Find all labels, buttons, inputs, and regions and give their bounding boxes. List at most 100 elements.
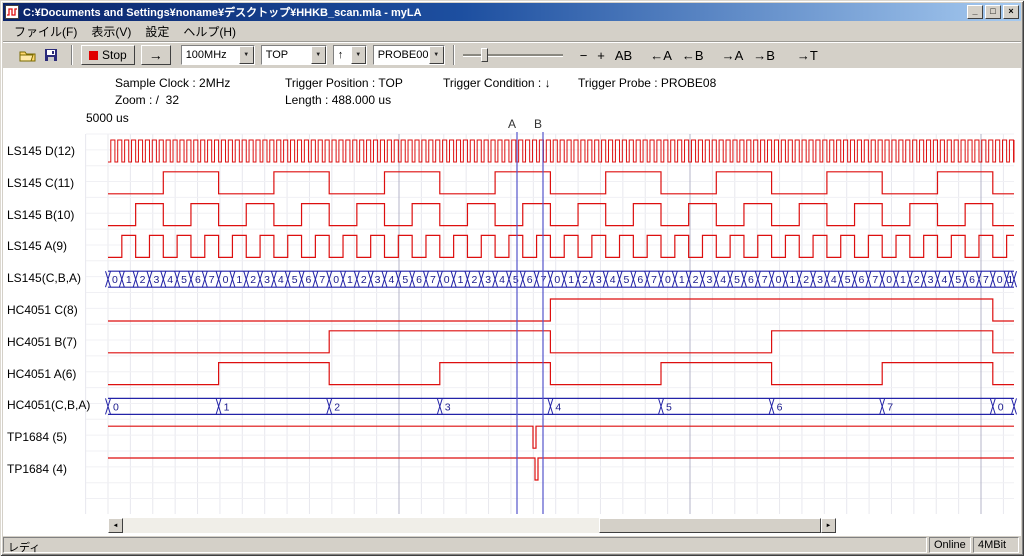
- svg-text:2: 2: [471, 274, 477, 286]
- svg-text:5: 5: [845, 274, 851, 286]
- svg-text:3: 3: [264, 274, 270, 286]
- probe-combo[interactable]: PROBE00 ▼: [373, 45, 445, 65]
- save-button[interactable]: [39, 44, 63, 66]
- folder-open-icon: [19, 49, 36, 62]
- channel-label[interactable]: HC4051 A(6): [7, 367, 76, 381]
- run-arrow-icon: →: [149, 47, 163, 63]
- menu-file[interactable]: ファイル(F): [7, 21, 84, 42]
- toolbar: Stop → 100MHz ▼ TOP ▼ ↑ ▼ PROBE00 ▼ − + …: [3, 41, 1021, 68]
- svg-text:4: 4: [388, 274, 394, 286]
- close-button[interactable]: ×: [1003, 5, 1019, 19]
- status-ready-text: レディ: [3, 537, 927, 553]
- goto-cursor-b-right-button[interactable]: →B: [748, 44, 780, 66]
- svg-text:6: 6: [527, 274, 533, 286]
- trigger-condition-readout: Trigger Condition : ↓: [443, 76, 551, 90]
- stop-button[interactable]: Stop: [81, 45, 135, 65]
- svg-text:0: 0: [776, 274, 782, 286]
- svg-text:4: 4: [555, 401, 561, 413]
- zoom-in-button[interactable]: +: [592, 44, 610, 66]
- clock-combo[interactable]: 100MHz ▼: [181, 45, 255, 65]
- svg-text:3: 3: [485, 274, 491, 286]
- svg-text:0: 0: [998, 401, 1004, 413]
- minimize-button[interactable]: _: [967, 5, 983, 19]
- goto-cursor-a-right-button[interactable]: →A: [717, 44, 749, 66]
- chevron-down-icon[interactable]: ▼: [311, 46, 326, 64]
- svg-text:4: 4: [941, 274, 947, 286]
- svg-text:7: 7: [430, 274, 436, 286]
- horizontal-scrollbar[interactable]: ◄ ►: [108, 518, 836, 533]
- zoom-slider[interactable]: [463, 45, 563, 65]
- menu-view[interactable]: 表示(V): [84, 21, 138, 42]
- svg-text:2: 2: [250, 274, 256, 286]
- channel-label[interactable]: TP1684 (4): [7, 462, 67, 476]
- svg-text:4: 4: [831, 274, 837, 286]
- trigger-probe-readout: Trigger Probe : PROBE08: [578, 76, 716, 90]
- svg-text:0: 0: [112, 274, 118, 286]
- svg-text:7: 7: [983, 274, 989, 286]
- toolbar-separator: [71, 45, 73, 65]
- channel-label[interactable]: LS145 B(10): [7, 208, 74, 222]
- edge-combo[interactable]: ↑ ▼: [333, 45, 367, 65]
- sample-clock-readout: Sample Clock : 2MHz: [115, 76, 230, 90]
- svg-text:4: 4: [167, 274, 173, 286]
- svg-text:7: 7: [762, 274, 768, 286]
- svg-text:0: 0: [665, 274, 671, 286]
- svg-text:3: 3: [706, 274, 712, 286]
- svg-text:6: 6: [306, 274, 312, 286]
- status-bar: レディ Online 4MBit: [3, 536, 1021, 553]
- svg-text:3: 3: [445, 401, 451, 413]
- svg-text:5: 5: [513, 274, 519, 286]
- svg-text:2: 2: [582, 274, 588, 286]
- ab-range-button[interactable]: AB: [610, 44, 637, 66]
- svg-text:3: 3: [817, 274, 823, 286]
- svg-text:0: 0: [554, 274, 560, 286]
- chevron-down-icon[interactable]: ▼: [351, 46, 366, 64]
- goto-cursor-b-left-button[interactable]: ←B: [677, 44, 709, 66]
- svg-text:3: 3: [928, 274, 934, 286]
- chevron-down-icon[interactable]: ▼: [239, 46, 254, 64]
- trigger-position-combo[interactable]: TOP ▼: [261, 45, 327, 65]
- svg-text:2: 2: [334, 401, 340, 413]
- scroll-left-icon[interactable]: ◄: [108, 518, 123, 533]
- channel-label[interactable]: HC4051 C(8): [7, 303, 78, 317]
- scroll-right-icon[interactable]: ►: [821, 518, 836, 533]
- channel-label[interactable]: HC4051 B(7): [7, 335, 77, 349]
- channel-label[interactable]: HC4051(C,B,A): [7, 398, 90, 412]
- svg-text:5: 5: [955, 274, 961, 286]
- svg-text:2: 2: [803, 274, 809, 286]
- svg-text:0: 0: [997, 274, 1003, 286]
- chevron-down-icon[interactable]: ▼: [429, 46, 444, 64]
- svg-text:5: 5: [624, 274, 630, 286]
- run-button[interactable]: →: [141, 45, 171, 65]
- channel-label[interactable]: LS145 A(9): [7, 239, 67, 253]
- open-button[interactable]: [15, 44, 39, 66]
- goto-trigger-button[interactable]: →T: [792, 44, 823, 66]
- title-bar[interactable]: C:¥Documents and Settings¥noname¥デスクトップ¥…: [3, 3, 1021, 21]
- maximize-button[interactable]: □: [985, 5, 1001, 19]
- probe-combo-value: PROBE00: [374, 46, 429, 64]
- svg-text:3: 3: [153, 274, 159, 286]
- svg-text:1: 1: [900, 274, 906, 286]
- channel-label[interactable]: LS145(C,B,A): [7, 271, 81, 285]
- waveform-canvas[interactable]: 0123456701234567012345670123456701234567…: [0, 108, 1024, 520]
- svg-text:6: 6: [859, 274, 865, 286]
- channel-label[interactable]: LS145 D(12): [7, 144, 75, 158]
- save-icon: [44, 48, 58, 62]
- svg-text:1: 1: [236, 274, 242, 286]
- channel-label[interactable]: LS145 C(11): [7, 176, 74, 190]
- status-memory-badge: 4MBit: [973, 537, 1019, 553]
- menu-help[interactable]: ヘルプ(H): [176, 21, 243, 42]
- trigger-position-readout: Trigger Position : TOP: [285, 76, 403, 90]
- app-icon: [5, 5, 19, 19]
- status-online-badge: Online: [929, 537, 971, 553]
- scroll-track[interactable]: [123, 518, 821, 533]
- scroll-thumb[interactable]: [599, 518, 821, 533]
- channel-label[interactable]: TP1684 (5): [7, 430, 67, 444]
- zoom-out-button[interactable]: −: [575, 44, 593, 66]
- svg-text:1: 1: [347, 274, 353, 286]
- window-title: C:¥Documents and Settings¥noname¥デスクトップ¥…: [23, 4, 967, 20]
- slider-thumb[interactable]: [481, 48, 488, 62]
- goto-cursor-a-left-button[interactable]: ←A: [645, 44, 677, 66]
- svg-text:6: 6: [637, 274, 643, 286]
- menu-settings[interactable]: 設定: [138, 21, 176, 42]
